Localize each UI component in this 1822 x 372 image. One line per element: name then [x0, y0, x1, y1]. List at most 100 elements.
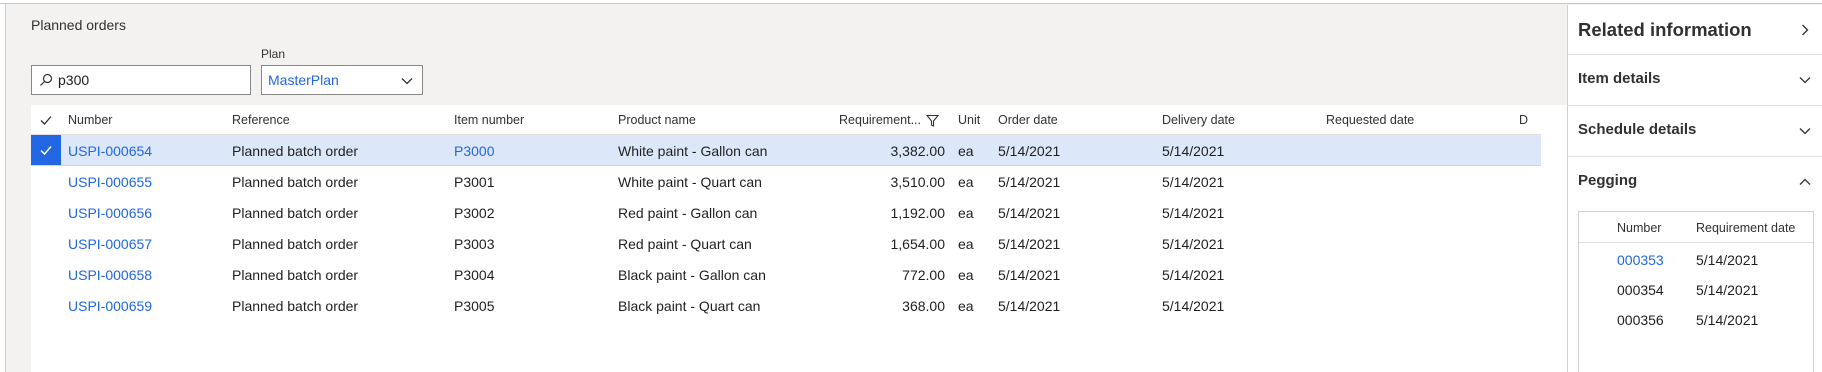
table-row[interactable]: USPI-000656 Planned batch order P3002 Re… [31, 197, 1541, 228]
delivery-date-cell: 5/14/2021 [1162, 298, 1225, 314]
order-date-cell: 5/14/2021 [998, 267, 1061, 283]
pegging-section[interactable]: Pegging [1568, 157, 1822, 208]
order-date-cell: 5/14/2021 [998, 143, 1061, 159]
schedule-details-title: Schedule details [1578, 121, 1697, 138]
chevron-right-icon[interactable] [1798, 23, 1812, 37]
chevron-down-icon[interactable] [1798, 124, 1812, 138]
order-date-cell: 5/14/2021 [998, 298, 1061, 314]
pegging-header: Number Requirement date [1579, 212, 1813, 243]
col-order-date[interactable]: Order date [998, 113, 1058, 127]
section-title: Planned orders [31, 17, 126, 33]
row-checkbox[interactable] [31, 135, 61, 165]
unit-cell: ea [958, 205, 974, 221]
order-date-cell: 5/14/2021 [998, 174, 1061, 190]
item-number-cell: P3002 [454, 205, 495, 221]
product-name-cell: Black paint - Gallon can [618, 267, 766, 283]
product-name-cell: Red paint - Quart can [618, 236, 752, 252]
col-requirement[interactable]: Requirement... [811, 113, 921, 127]
requirement-cell: 368.00 [902, 298, 945, 314]
item-number-cell: P3001 [454, 174, 495, 190]
col-product-name[interactable]: Product name [618, 113, 696, 127]
chevron-down-icon[interactable] [1798, 73, 1812, 87]
related-information-title: Related information [1578, 19, 1752, 40]
unit-cell: ea [958, 236, 974, 252]
table-row[interactable]: USPI-000657 Planned batch order P3003 Re… [31, 228, 1541, 259]
pegging-grid: Number Requirement date 000353 5/14/2021… [1578, 211, 1814, 372]
item-number-cell: P3004 [454, 267, 495, 283]
product-name-cell: Red paint - Gallon can [618, 205, 758, 221]
col-truncated[interactable]: D [1519, 113, 1528, 127]
search-input[interactable] [58, 72, 238, 88]
reference-cell: Planned batch order [232, 143, 359, 159]
plan-value: MasterPlan [268, 72, 339, 88]
chevron-down-icon [401, 78, 413, 85]
plan-select[interactable]: MasterPlan [261, 65, 423, 95]
peg-number-cell: 000354 [1617, 282, 1664, 298]
reference-cell: Planned batch order [232, 267, 359, 283]
check-icon [40, 116, 52, 125]
product-name-cell: White paint - Quart can [618, 174, 762, 190]
delivery-date-cell: 5/14/2021 [1162, 205, 1225, 221]
table-row[interactable]: USPI-000659 Planned batch order P3005 Bl… [31, 290, 1541, 321]
item-details-title: Item details [1578, 70, 1661, 87]
col-number[interactable]: Number [68, 113, 112, 127]
col-item-number[interactable]: Item number [454, 113, 524, 127]
item-details-section[interactable]: Item details [1568, 55, 1822, 106]
top-border [0, 0, 1822, 4]
requirement-cell: 772.00 [902, 267, 945, 283]
chevron-up-icon[interactable] [1798, 175, 1812, 189]
pegging-row[interactable]: 000354 5/14/2021 [1579, 273, 1813, 303]
unit-cell: ea [958, 298, 974, 314]
related-information-pane: Related information Item details Schedul… [1567, 5, 1822, 372]
pegging-row[interactable]: 000353 5/14/2021 [1579, 243, 1813, 273]
peg-col-number[interactable]: Number [1617, 221, 1661, 235]
peg-date-cell: 5/14/2021 [1696, 252, 1759, 268]
search-box[interactable] [31, 65, 251, 95]
unit-cell: ea [958, 174, 974, 190]
order-number-link[interactable]: USPI-000659 [68, 298, 152, 314]
check-icon [40, 146, 52, 156]
unit-cell: ea [958, 267, 974, 283]
filter-icon[interactable] [926, 114, 939, 127]
order-number-link[interactable]: USPI-000654 [68, 143, 152, 159]
pegging-title: Pegging [1578, 172, 1638, 189]
plan-label: Plan [261, 47, 286, 61]
order-number-link[interactable]: USPI-000658 [68, 267, 152, 283]
peg-date-cell: 5/14/2021 [1696, 282, 1759, 298]
left-edge [0, 4, 6, 372]
product-name-cell: Black paint - Quart can [618, 298, 761, 314]
peg-number-link[interactable]: 000353 [1617, 252, 1664, 268]
item-number-cell: P3003 [454, 236, 495, 252]
table-row[interactable]: USPI-000654 Planned batch order P3000 Wh… [31, 135, 1541, 166]
order-number-link[interactable]: USPI-000656 [68, 205, 152, 221]
requirement-cell: 3,382.00 [890, 143, 946, 159]
col-requested-date[interactable]: Requested date [1326, 113, 1414, 127]
planned-orders-grid: Number Reference Item number Product nam… [31, 105, 1567, 372]
order-number-link[interactable]: USPI-000655 [68, 174, 152, 190]
order-number-link[interactable]: USPI-000657 [68, 236, 152, 252]
col-requirement-label: Requirement... [839, 113, 921, 127]
product-name-cell: White paint - Gallon can [618, 143, 768, 159]
pegging-row[interactable]: 000356 5/14/2021 [1579, 303, 1813, 333]
peg-col-requirement-date[interactable]: Requirement date [1696, 221, 1795, 235]
delivery-date-cell: 5/14/2021 [1162, 174, 1225, 190]
requirement-cell: 1,654.00 [890, 236, 946, 252]
item-number-link[interactable]: P3000 [454, 143, 494, 159]
schedule-details-section[interactable]: Schedule details [1568, 106, 1822, 157]
reference-cell: Planned batch order [232, 174, 359, 190]
order-date-cell: 5/14/2021 [998, 236, 1061, 252]
reference-cell: Planned batch order [232, 236, 359, 252]
reference-cell: Planned batch order [232, 205, 359, 221]
related-information-header[interactable]: Related information [1568, 5, 1822, 55]
delivery-date-cell: 5/14/2021 [1162, 143, 1225, 159]
col-unit[interactable]: Unit [958, 113, 980, 127]
table-row[interactable]: USPI-000658 Planned batch order P3004 Bl… [31, 259, 1541, 290]
col-delivery-date[interactable]: Delivery date [1162, 113, 1235, 127]
grid-header: Number Reference Item number Product nam… [31, 105, 1541, 135]
table-row[interactable]: USPI-000655 Planned batch order P3001 Wh… [31, 166, 1541, 197]
planned-orders-panel: Planned orders Plan MasterPlan Number Re… [7, 5, 1567, 372]
col-reference[interactable]: Reference [232, 113, 290, 127]
item-number-cell: P3005 [454, 298, 495, 314]
peg-date-cell: 5/14/2021 [1696, 312, 1759, 328]
select-all-checkbox[interactable] [31, 105, 61, 135]
